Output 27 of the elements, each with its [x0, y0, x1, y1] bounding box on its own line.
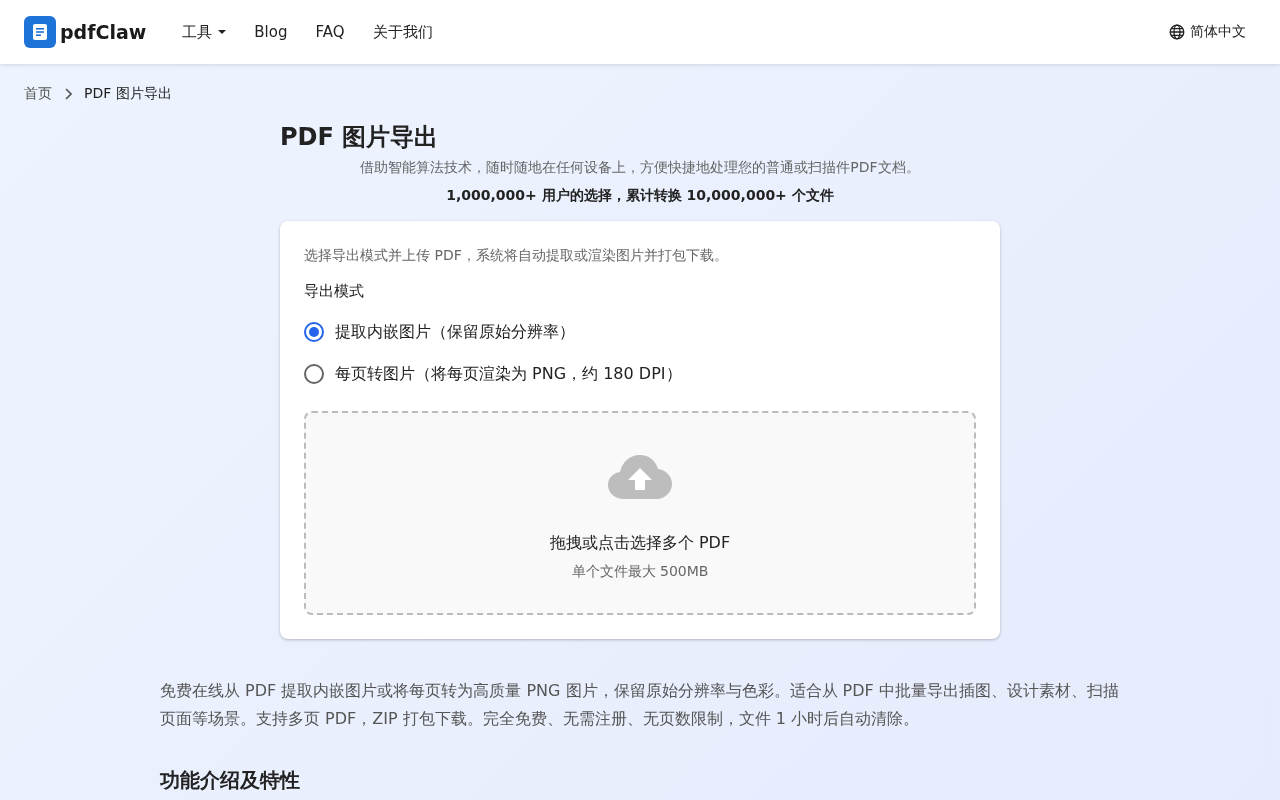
stats-text: 1,000,000+ 用户的选择，累计转换 10,000,000+ 个文件: [445, 186, 835, 205]
breadcrumb-current: PDF 图片导出: [84, 85, 172, 103]
nav-link[interactable]: 关于我们: [360, 16, 445, 48]
card-hint: 选择导出模式并上传 PDF，系统将自动提取或渲染图片并打包下载。: [304, 246, 729, 265]
logo-text[interactable]: pdfClaw: [60, 21, 147, 43]
language-selector[interactable]: 简体中文: [1159, 19, 1256, 45]
radio-label[interactable]: 每页转图片（将每页渲染为 PNG，约 180 DPI）: [335, 363, 682, 385]
logo-icon: [24, 16, 56, 48]
section-heading: 功能介绍及特性: [160, 767, 301, 794]
description-text: 免费在线从 PDF 提取内嵌图片或将每页转为高质量 PNG 图片，保留原始分辨率与色彩。适合从 PDF 中批量导出插图、设计素材、扫描页面等场景。支持多页 PDF，ZIP 打包下载。完全免费、无需注册、无页数限制，文件 1 小时后自动清除。: [160, 680, 1120, 730]
page-title: PDF 图片导出: [280, 122, 440, 153]
mode-label: 导出模式: [304, 281, 365, 302]
breadcrumb-link[interactable]: 首页: [24, 85, 52, 103]
tools-menu[interactable]: 工具: [170, 16, 239, 48]
globe-icon: [1169, 24, 1185, 40]
upload-dropzone[interactable]: 拖拽或点击选择多个 PDF 单个文件最大 500MB: [304, 411, 976, 615]
subtitle: 借助智能算法技术，随时随地在任何设备上，方便快捷地处理您的普通或扫描件PDF文档。: [359, 158, 921, 177]
dropzone-note: 单个文件最大 500MB: [571, 562, 709, 581]
radio-button[interactable]: [304, 364, 324, 384]
caret-icon: [218, 30, 227, 34]
radio-button[interactable]: [304, 322, 324, 342]
dropzone-title: 拖拽或点击选择多个 PDF: [549, 532, 731, 554]
chevron-icon: [64, 88, 72, 100]
cloud-upload-icon: [608, 455, 672, 499]
radio-label[interactable]: 提取内嵌图片（保留原始分辨率）: [335, 321, 575, 343]
nav-link[interactable]: Blog: [242, 17, 300, 47]
nav-link[interactable]: FAQ: [303, 17, 357, 47]
